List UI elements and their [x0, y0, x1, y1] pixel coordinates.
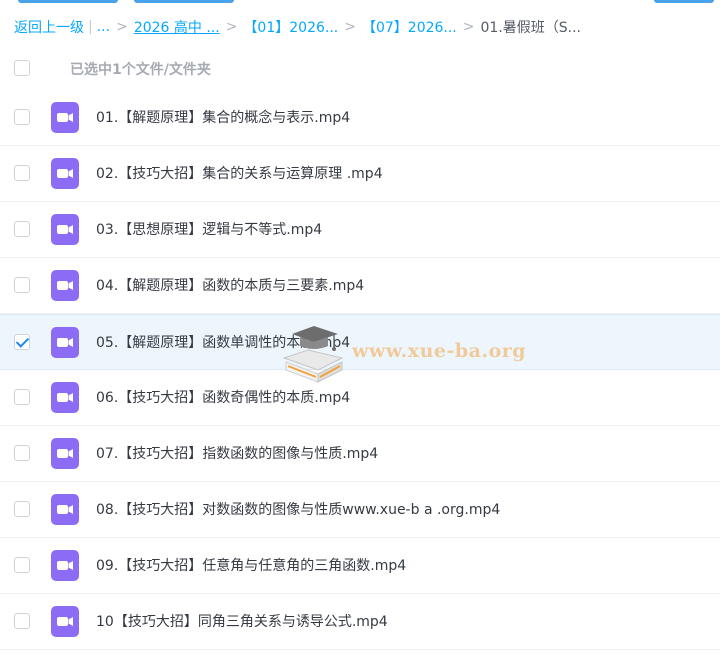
video-file-icon [51, 438, 79, 469]
file-name[interactable]: 05.【解题原理】函数单调性的本质.mp4 [96, 332, 350, 352]
top-strip [0, 0, 720, 4]
video-file-icon [51, 550, 79, 581]
file-name[interactable]: 08.【技巧大招】对数函数的图像与性质www.xue-b a .org.mp4 [96, 499, 500, 519]
select-all-checkbox[interactable] [14, 60, 30, 76]
video-file-icon [51, 102, 79, 133]
breadcrumb-item[interactable]: 2026 高中 ... [134, 17, 220, 37]
video-file-icon [51, 606, 79, 637]
file-row[interactable]: 04.【解题原理】函数的本质与三要素.mp4 [0, 258, 720, 314]
file-list: 01.【解题原理】集合的概念与表示.mp4 02.【技巧大招】集合的关系与运算原理… [0, 90, 720, 650]
top-strip-segment [654, 0, 714, 3]
file-checkbox[interactable] [14, 501, 30, 517]
breadcrumb-separator: > [344, 19, 356, 35]
file-name[interactable]: 04.【解题原理】函数的本质与三要素.mp4 [96, 275, 364, 295]
file-checkbox[interactable] [14, 613, 30, 629]
video-file-icon [51, 382, 79, 413]
back-link[interactable]: 返回上一级 [14, 17, 84, 37]
file-row[interactable]: 06.【技巧大招】函数奇偶性的本质.mp4 [0, 370, 720, 426]
file-checkbox[interactable] [14, 557, 30, 573]
file-checkbox[interactable] [14, 389, 30, 405]
breadcrumb-item[interactable]: 【07】2026... [362, 17, 457, 37]
video-file-icon [51, 327, 79, 358]
breadcrumb-divider: | [88, 19, 93, 35]
file-row[interactable]: 02.【技巧大招】集合的关系与运算原理 .mp4 [0, 146, 720, 202]
file-name[interactable]: 06.【技巧大招】函数奇偶性的本质.mp4 [96, 387, 350, 407]
breadcrumb-current: 01.暑假班（S... [480, 20, 582, 36]
file-name[interactable]: 07.【技巧大招】指数函数的图像与性质.mp4 [96, 443, 378, 463]
file-row[interactable]: 01.【解题原理】集合的概念与表示.mp4 [0, 90, 720, 146]
file-checkbox[interactable] [14, 165, 30, 181]
video-file-icon [51, 494, 79, 525]
file-name[interactable]: 02.【技巧大招】集合的关系与运算原理 .mp4 [96, 163, 383, 183]
file-checkbox[interactable] [14, 109, 30, 125]
file-name[interactable]: 01.【解题原理】集合的概念与表示.mp4 [96, 107, 350, 127]
file-checkbox[interactable] [14, 277, 30, 293]
breadcrumb-separator: > [116, 19, 128, 35]
file-name[interactable]: 03.【思想原理】逻辑与不等式.mp4 [96, 219, 322, 239]
file-row[interactable]: 08.【技巧大招】对数函数的图像与性质www.xue-b a .org.mp4 [0, 482, 720, 538]
file-row[interactable]: 09.【技巧大招】任意角与任意角的三角函数.mp4 [0, 538, 720, 594]
file-row[interactable]: 05.【解题原理】函数单调性的本质.mp4 [0, 314, 720, 370]
selection-count-label: 已选中1个文件/文件夹 [70, 62, 211, 78]
top-strip-segment [134, 0, 234, 3]
breadcrumb-item[interactable]: 【01】2026... [243, 17, 338, 37]
top-strip-segment [18, 0, 118, 3]
file-row[interactable]: 10【技巧大招】同角三角关系与诱导公式.mp4 [0, 594, 720, 650]
breadcrumb-ellipsis[interactable]: ... [97, 19, 110, 35]
file-checkbox[interactable] [14, 221, 30, 237]
file-row[interactable]: 07.【技巧大招】指数函数的图像与性质.mp4 [0, 426, 720, 482]
video-file-icon [51, 270, 79, 301]
breadcrumb-separator: > [225, 19, 238, 35]
file-row[interactable]: 03.【思想原理】逻辑与不等式.mp4 [0, 202, 720, 258]
video-file-icon [51, 158, 79, 189]
breadcrumb: 返回上一级 | ... > 2026 高中 ... > 【01】2026... … [14, 10, 581, 44]
file-checkbox[interactable] [14, 445, 30, 461]
selection-header: 已选中1个文件/文件夹 [0, 48, 720, 90]
file-name[interactable]: 10【技巧大招】同角三角关系与诱导公式.mp4 [96, 611, 388, 631]
breadcrumb-separator: > [462, 19, 475, 35]
file-checkbox[interactable] [14, 334, 30, 350]
video-file-icon [51, 214, 79, 245]
file-name[interactable]: 09.【技巧大招】任意角与任意角的三角函数.mp4 [96, 555, 406, 575]
